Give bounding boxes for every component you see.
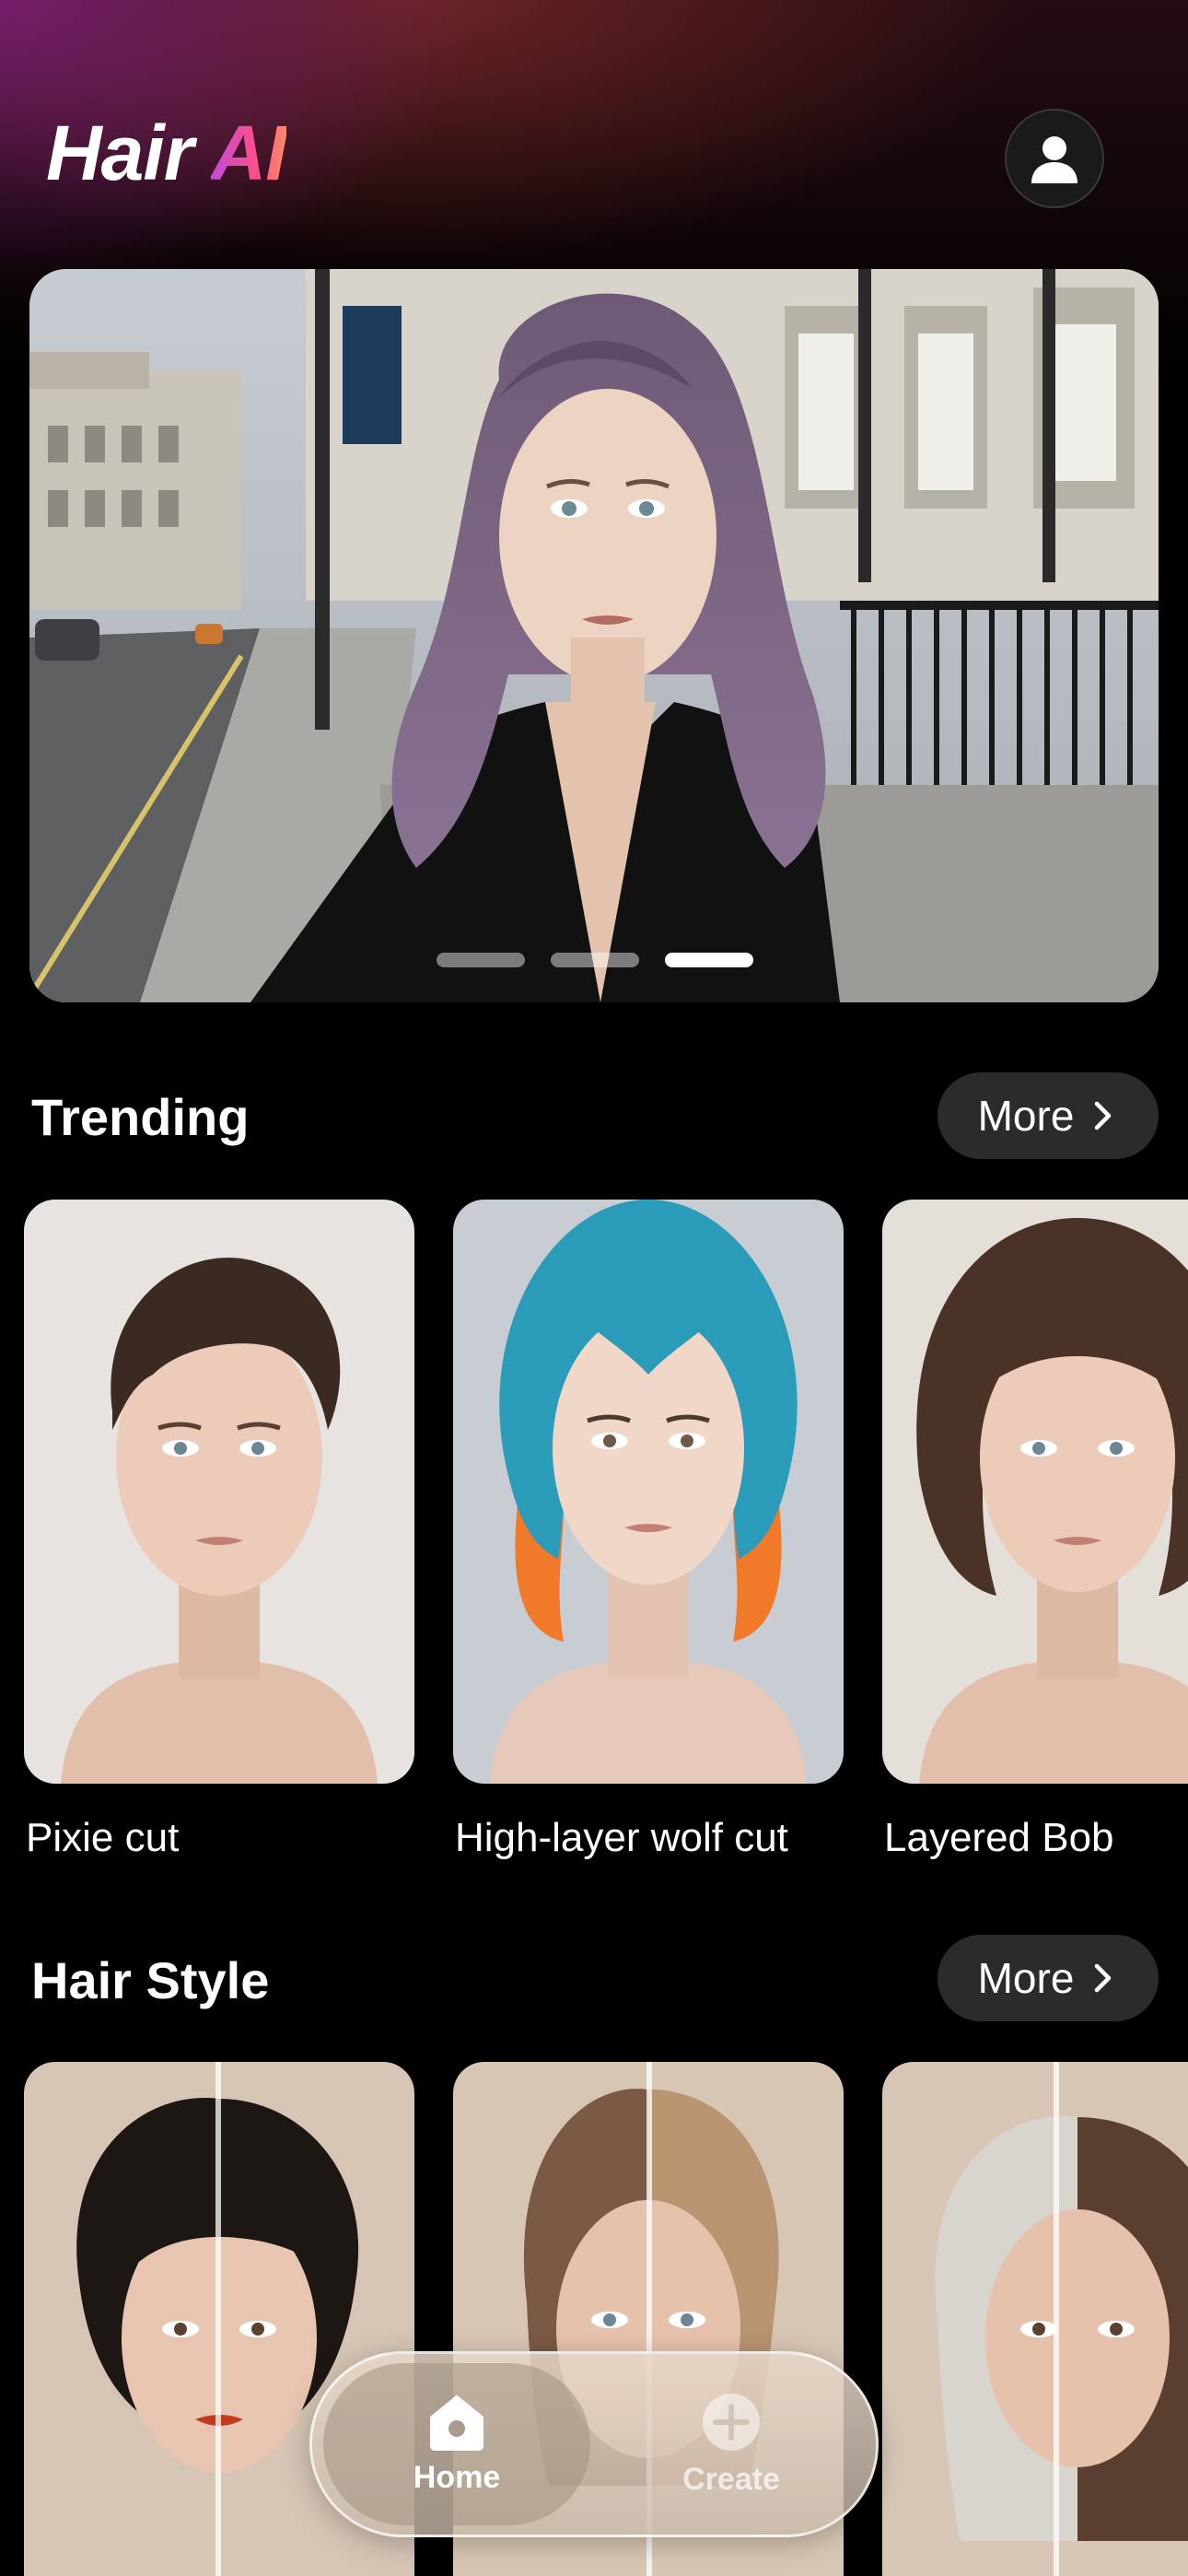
more-label: More [977,1092,1075,1140]
hair-style-before-after-image [882,2062,1188,2576]
app-header: Hair AI [0,0,1188,267]
trending-card-wolf-cut[interactable] [453,1200,844,1784]
tab-home[interactable]: Home [323,2363,590,2525]
hair-style-card[interactable] [882,2062,1188,2576]
pagination-dot-active[interactable] [665,953,753,967]
person-icon [1031,136,1077,183]
trending-card-pixie-cut[interactable] [24,1200,414,1784]
hero-image [29,269,1159,1002]
bottom-tab-bar: Home Create [309,2351,879,2537]
logo-main-text: Hair [46,110,211,196]
hero-pagination [0,953,1188,969]
hero-banner[interactable] [29,269,1159,1002]
trending-card-layered-bob[interactable] [882,1200,1188,1784]
tab-home-label: Home [413,2459,501,2495]
hair-style-title: Hair Style [31,1951,270,2009]
trending-card-label: High-layer wolf cut [455,1815,788,1860]
pagination-dot[interactable] [437,953,525,967]
profile-button[interactable] [1005,109,1104,208]
chevron-right-icon [1095,1963,1112,1993]
trending-title: Trending [31,1088,250,1146]
tab-create-label: Create [682,2461,780,2497]
trending-card-label: Pixie cut [26,1815,180,1860]
layered-bob-image [882,1200,1188,1784]
trending-more-button[interactable]: More [938,1072,1159,1159]
wolf-cut-image [453,1200,844,1784]
pagination-dot[interactable] [551,953,639,967]
logo-accent-text: AI [210,110,287,196]
home-icon [430,2395,483,2451]
more-label: More [977,1954,1075,2002]
pixie-cut-image [24,1200,414,1784]
tab-create[interactable]: Create [598,2363,865,2525]
hair-style-more-button[interactable]: More [938,1935,1159,2021]
chevron-right-icon [1095,1101,1112,1130]
plus-circle-icon [703,2393,760,2451]
trending-card-label: Layered Bob [884,1815,1114,1860]
app-logo: Hair AI [46,109,287,198]
